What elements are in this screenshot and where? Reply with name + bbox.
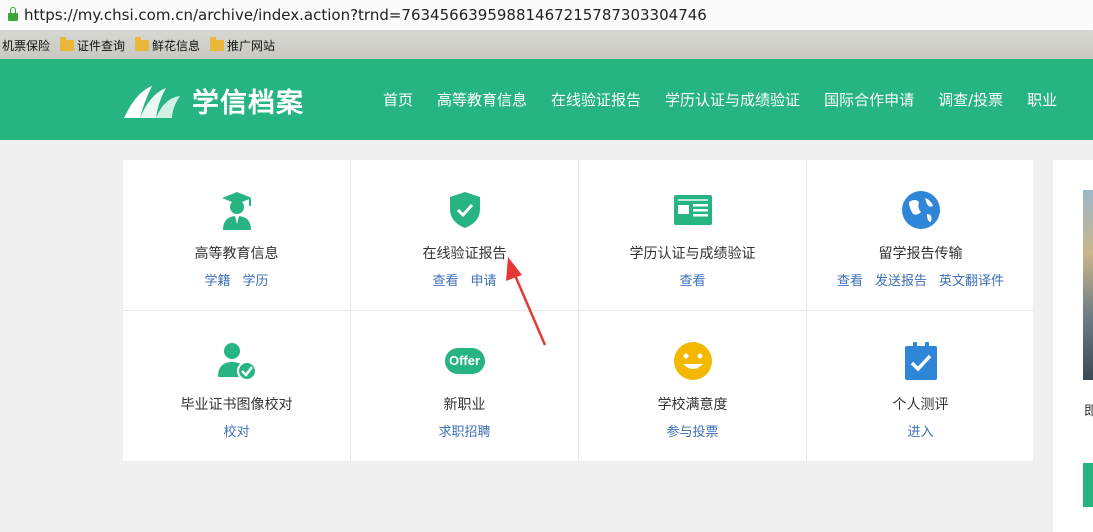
smiley-icon — [671, 339, 715, 383]
link-degree[interactable]: 学历 — [243, 274, 269, 289]
side-text: 即 — [1084, 404, 1093, 419]
main-nav: 首页 高等教育信息 在线验证报告 学历认证与成绩验证 国际合作申请 调查/投票 … — [383, 89, 1081, 110]
bookmark-label: 机票保险 — [2, 38, 51, 53]
nav-item-online-report[interactable]: 在线验证报告 — [551, 89, 641, 110]
site-logo[interactable]: 学信档案 — [122, 81, 304, 120]
bookmark-item[interactable]: 证件查询 — [60, 36, 126, 54]
link-check[interactable]: 校对 — [223, 425, 249, 440]
url-text[interactable]: https://my.chsi.com.cn/archive/index.act… — [24, 6, 707, 24]
card-personal-assessment: 个人测评 进入 — [807, 311, 1034, 461]
offer-icon: Offer — [443, 339, 487, 383]
card-title: 个人测评 — [892, 397, 949, 413]
card-diploma-check: 毕业证书图像校对 校对 — [123, 311, 350, 461]
bookmark-label: 鲜花信息 — [152, 38, 201, 53]
folder-icon — [60, 36, 75, 51]
graduate-icon — [215, 188, 259, 232]
site-header: 学信档案 首页 高等教育信息 在线验证报告 学历认证与成绩验证 国际合作申请 调… — [0, 59, 1093, 140]
card-higher-education: 高等教育信息 学籍 学历 — [123, 160, 350, 310]
link-view[interactable]: 查看 — [432, 274, 458, 289]
shield-check-icon — [443, 188, 487, 232]
nav-item-higher-education[interactable]: 高等教育信息 — [437, 89, 527, 110]
nav-item-international[interactable]: 国际合作申请 — [824, 89, 914, 110]
bookmark-label: 证件查询 — [77, 38, 126, 53]
nav-item-home[interactable]: 首页 — [383, 89, 413, 110]
bookmark-item[interactable]: 推广网站 — [210, 36, 276, 54]
folder-icon — [135, 36, 150, 51]
bookmarks-bar: 机票保险 证件查询 鲜花信息 推广网站 — [0, 31, 1093, 59]
link-send-report[interactable]: 发送报告 — [875, 274, 927, 289]
card-certification: 学历认证与成绩验证 查看 — [579, 160, 806, 310]
card-school-satisfaction: 学校满意度 参与投票 — [579, 311, 806, 461]
folder-icon — [210, 36, 225, 51]
bookmark-item[interactable]: 机票保险 — [2, 37, 50, 54]
card-study-abroad-report: 留学报告传输 查看 发送报告 英文翻译件 — [807, 160, 1034, 310]
clipboard-check-icon — [899, 339, 943, 383]
side-panel: 即 — [1053, 160, 1093, 532]
side-button[interactable] — [1083, 463, 1093, 507]
link-view[interactable]: 查看 — [837, 274, 863, 289]
lock-icon — [8, 7, 18, 21]
link-student-status[interactable]: 学籍 — [204, 274, 230, 289]
card-title: 高等教育信息 — [194, 246, 279, 262]
logo-text: 学信档案 — [192, 88, 304, 119]
card-title: 毕业证书图像校对 — [180, 397, 293, 413]
bookmark-item[interactable]: 鲜花信息 — [135, 36, 201, 54]
side-banner-image[interactable] — [1083, 190, 1093, 380]
globe-icon — [899, 188, 943, 232]
link-vote[interactable]: 参与投票 — [666, 425, 718, 440]
link-enter[interactable]: 进入 — [907, 425, 933, 440]
nav-item-survey[interactable]: 调查/投票 — [938, 89, 1003, 110]
card-title: 学历认证与成绩验证 — [629, 246, 756, 262]
link-apply[interactable]: 申请 — [471, 274, 497, 289]
annotation-arrow-icon — [506, 257, 547, 346]
bookmark-label: 推广网站 — [227, 38, 276, 53]
services-grid: 高等教育信息 学籍 学历 在线验证报告 查看 申请 学历认证与成绩验证 查看 留… — [123, 160, 1033, 461]
id-card-icon — [671, 188, 715, 232]
nav-item-career[interactable]: 职业 — [1027, 89, 1057, 110]
card-title: 新职业 — [443, 397, 486, 413]
link-english-translation[interactable]: 英文翻译件 — [939, 274, 1004, 289]
link-job-search[interactable]: 求职招聘 — [438, 425, 490, 440]
card-title: 学校满意度 — [657, 397, 728, 413]
link-view[interactable]: 查看 — [679, 274, 705, 289]
user-check-icon — [215, 339, 259, 383]
nav-item-certification[interactable]: 学历认证与成绩验证 — [665, 89, 800, 110]
offer-badge: Offer — [444, 348, 485, 374]
logo-icon — [124, 85, 180, 118]
card-title: 留学报告传输 — [878, 246, 963, 262]
address-bar[interactable]: https://my.chsi.com.cn/archive/index.act… — [0, 0, 1093, 31]
